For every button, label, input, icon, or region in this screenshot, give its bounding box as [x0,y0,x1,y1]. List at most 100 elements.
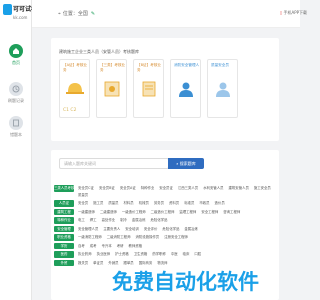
category-link[interactable]: 资料员 [169,200,179,207]
category-link[interactable]: 安全员 [78,200,88,207]
app-download-link[interactable]: ▯ 手机APP下载 [280,10,307,16]
sidebar-item-label: 首页 [12,60,20,65]
category-link[interactable]: 材料员 [124,200,134,207]
home-icon [9,44,23,58]
category-label[interactable]: 建筑工程 [54,208,74,215]
category-link[interactable]: 二级建造师 [100,209,117,216]
category-row: 职业资格 一级消防工程师 二级消防工程师 消防设施操作员 注册安全工程师 [54,234,276,241]
sidebar-item-home[interactable]: 首页 [4,44,28,66]
category-items: 一级建造师 二级建造师 一级造价工程师 二级造价工程师 监理工程师 安全工程师 咨询工程师 [74,209,276,216]
category-link[interactable]: 劳务员 [154,200,164,207]
category-link[interactable]: 水利安管人员 [203,185,223,192]
category-link[interactable]: 机械员 [139,200,149,207]
category-link[interactable]: 主要负责人 [103,226,120,233]
category-link[interactable]: 造价员 [215,200,225,207]
exam-card: 建筑施工企业三类人员（安管人员）考核题库 【A证】考核业务 C1 C2 【三类】… [51,38,279,141]
category-link[interactable]: 安全员B证 [99,185,115,192]
sidebar-item-label: 错题本 [10,132,22,137]
category-link[interactable]: 二级消防工程师 [107,234,131,241]
category-items: 安全管理人员 主要负责人 安全培训 安全评价 危险化学品 金属冶炼 [74,226,276,233]
category-link[interactable]: 安全评价 [144,226,158,233]
category-link[interactable]: 一级造价工程师 [122,209,146,216]
exam-tile-three[interactable]: 【三类】考核业务 [96,59,127,118]
hard-hat-icon [66,83,84,94]
exam-tile-fire[interactable]: 消防安全管理人 [170,59,201,118]
category-row: 安全管理 安全管理人员 主要负责人 安全培训 安全评价 危险化学品 金属冶炼 [54,225,276,233]
exam-tile-label: 质量安全员 [211,63,229,67]
category-link[interactable]: 电工 [78,217,85,224]
category-items: 一级消防工程师 二级消防工程师 消防设施操作员 注册安全工程师 [74,234,276,241]
category-link[interactable]: 考研 [117,243,124,250]
category-label[interactable]: 学历 [54,242,74,249]
category-link[interactable]: 二级造价工程师 [151,209,175,216]
category-link[interactable]: 监理工程师 [179,209,196,216]
location-selector[interactable]: ⌖ 位置：全国 ✎ [58,10,95,17]
document-icon [142,81,156,97]
category-label[interactable]: 特种作业 [54,217,74,224]
exam-card-title-text: 建筑施工企业三类人员（安管人员）考核题库 [59,49,139,54]
category-label[interactable]: 人员证 [54,200,74,207]
location-pin-icon: ⌖ [58,11,61,17]
watermark-text: 免费自动化软件 [112,270,259,294]
category-link[interactable]: 安全员A证 [120,185,136,192]
category-row: 三类人员考核 安全员C证 安全员B证 安全员A证 特种作业 安全员证 江西三类人员 水利安管人… [54,185,276,198]
category-link[interactable]: 建筑安管人员 [229,185,249,192]
exam-tiles: 【A证】考核业务 C1 C2 【三类】考核业务 【B证】考核业务 消防安全管理人 [59,59,238,118]
location-prefix: 位置： [62,11,78,17]
exam-tile-b[interactable]: 【B证】考核业务 [133,59,164,118]
category-link[interactable]: 危险化学品 [162,226,179,233]
sidebar-item-wrongbook[interactable]: 错题本 [4,116,28,138]
category-link[interactable]: 质量员 [78,192,88,199]
category-link[interactable]: 危险化学品 [150,217,167,224]
site-logo[interactable]: 可可试卷 kk.com [3,4,37,28]
category-link[interactable]: 施工员 [93,200,103,207]
category-link[interactable]: 咨询工程师 [223,209,240,216]
category-items: 电工 焊工 高处作业 制冷 金属冶炼 危险化学品 [74,217,276,224]
app-download-label: 手机APP下载 [283,10,308,15]
category-link[interactable]: 消防设施操作员 [135,234,159,241]
category-row: 学历 自考 成考 专升本 考研 教师资格 [54,242,276,250]
category-link[interactable]: 安全管理人员 [78,226,98,233]
top-bar: ⌖ 位置：全国 ✎ ▯ 手机APP下载 [32,0,307,28]
category-link[interactable]: 一级消防工程师 [78,234,102,241]
search-input[interactable]: 请输入题库关键词 [59,158,169,169]
watermark-banner: 免费自动化软件 [112,270,259,294]
logo-icon [3,4,12,15]
category-row: 建筑工程 一级建造师 二级建造师 一级造价工程师 二级造价工程师 监理工程师 安全工程师 咨询… [54,208,276,216]
exam-tile-a[interactable]: 【A证】考核业务 C1 C2 [59,59,90,118]
edit-icon[interactable]: ✎ [91,11,95,17]
category-link[interactable]: 安全工程师 [201,209,218,216]
exam-card-title: 建筑施工企业三类人员（安管人员）考核题库 [59,49,139,55]
category-link[interactable]: 制冷 [120,217,127,224]
category-link[interactable]: 自考 [78,243,85,250]
exam-tile-label: 【B证】考核业务 [137,63,162,72]
category-link[interactable]: 高处作业 [102,217,116,224]
category-label[interactable]: 三类人员考核 [54,185,74,192]
category-link[interactable]: 市政员 [199,200,209,207]
category-link[interactable]: 教师资格 [129,243,143,250]
category-link[interactable]: 特种作业 [141,185,155,192]
sidebar-item-records[interactable]: 刷题记录 [4,82,28,104]
category-link[interactable]: 质量员 [108,200,118,207]
category-label[interactable]: 安全管理 [54,225,74,232]
category-link[interactable]: 成考 [90,243,97,250]
category-link[interactable]: 金属冶炼 [184,226,198,233]
search-button-label: 搜索题库 [179,161,196,166]
category-link[interactable]: 注册安全工程师 [164,234,188,241]
category-link[interactable]: 安全培训 [125,226,139,233]
sidebar: 可可试卷 kk.com 首页 刷题记录 错题本 [0,0,37,300]
category-link[interactable]: 一级建造师 [78,209,95,216]
worker-icon [179,82,193,97]
category-link[interactable]: 安全员证 [159,185,173,192]
inspector-icon [216,82,230,97]
category-link[interactable]: 江西三类人员 [178,185,198,192]
category-link[interactable]: 焊工 [90,217,97,224]
category-link[interactable]: 施工安全员 [254,185,271,192]
category-label[interactable]: 职业资格 [54,234,74,241]
category-link[interactable]: 标准员 [184,200,194,207]
search-button[interactable]: ⌕ 搜索题库 [168,158,204,169]
category-link[interactable]: 金属冶炼 [132,217,146,224]
exam-tile-quality[interactable]: 质量安全员 [207,59,238,118]
exam-tile-label: 【三类】考核业务 [100,63,126,72]
category-link[interactable]: 专升本 [102,243,112,250]
